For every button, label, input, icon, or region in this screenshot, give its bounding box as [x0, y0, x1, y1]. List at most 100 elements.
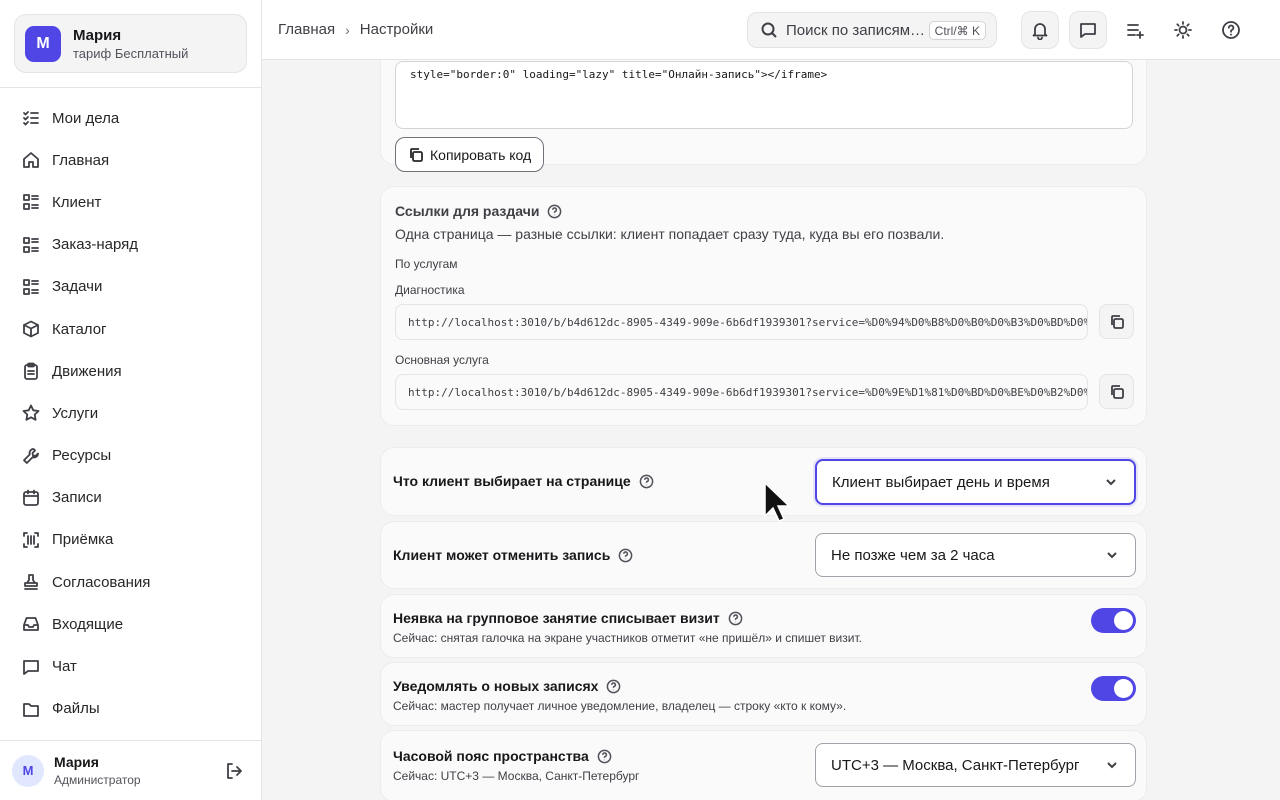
logout-icon[interactable]	[225, 762, 243, 780]
sidebar-nav: Мои дела Главная Клиент Заказ-наряд Зада…	[0, 97, 261, 730]
share-links-title: Ссылки для раздачи	[395, 203, 562, 219]
avatar: М	[12, 754, 44, 787]
list-icon	[22, 236, 40, 254]
help-icon	[1222, 21, 1240, 39]
copy-code-button[interactable]: Копировать код	[395, 137, 545, 172]
chevron-down-icon	[1105, 758, 1119, 772]
sidebar-item-tasks[interactable]: Задачи	[0, 266, 261, 308]
sidebar-item-label: Услуги	[52, 404, 99, 422]
bell-icon	[1032, 23, 1048, 40]
setting-subtitle: Сейчас: снятая галочка на экране участни…	[393, 631, 862, 645]
setting-title-text: Что клиент выбирает на странице	[393, 473, 631, 489]
embed-code-textarea[interactable]: style="border:0" loading="lazy" title="О…	[395, 61, 1133, 129]
copy-code-label: Копировать код	[430, 146, 532, 163]
setting-title-text: Клиент может отменить запись	[393, 547, 611, 563]
sidebar-item-work-order[interactable]: Заказ-наряд	[0, 224, 261, 266]
sidebar-item-files[interactable]: Файлы	[0, 688, 261, 730]
workspace-switcher[interactable]: М Мария тариф Бесплатный	[14, 14, 247, 73]
box-icon	[22, 320, 40, 338]
setting-timezone-row: Часовой пояс пространства Сейчас: UTC+3 …	[380, 730, 1147, 800]
sidebar-item-movements[interactable]: Движения	[0, 350, 261, 392]
theme-toggle-button[interactable]	[1164, 11, 1202, 49]
user-name: Мария	[54, 754, 99, 770]
link-url-field[interactable]: http://localhost:3010/b/b4d612dc-8905-43…	[395, 304, 1088, 340]
clipboard-icon	[22, 362, 40, 381]
embed-code-card: style="border:0" loading="lazy" title="О…	[380, 60, 1147, 172]
sidebar-item-label: Каталог	[52, 320, 107, 338]
notifications-button[interactable]	[1021, 11, 1059, 49]
sidebar-item-catalog[interactable]: Каталог	[0, 308, 261, 350]
sidebar-item-chat[interactable]: Чат	[0, 645, 261, 687]
sidebar-item-my-tasks[interactable]: Мои дела	[0, 97, 261, 139]
add-task-button[interactable]	[1116, 11, 1154, 49]
chevron-down-icon	[1104, 475, 1118, 489]
timezone-select[interactable]: UTC+3 — Москва, Санкт-Петербург	[815, 743, 1136, 787]
sidebar-item-inbox[interactable]: Входящие	[0, 603, 261, 645]
share-links-card: Ссылки для раздачи Одна страница — разны…	[380, 186, 1147, 426]
select-value: UTC+3 — Москва, Санкт-Петербург	[831, 756, 1080, 774]
sidebar-item-services[interactable]: Услуги	[0, 392, 261, 434]
share-links-group: По услугам	[395, 257, 458, 271]
search-placeholder: Поиск по записям…	[786, 21, 926, 39]
sidebar-item-label: Главная	[52, 151, 110, 169]
booking-mode-select[interactable]: Клиент выбирает день и время	[815, 459, 1136, 505]
stamp-icon	[22, 573, 40, 591]
copy-link-button[interactable]	[1099, 304, 1134, 339]
help-button[interactable]	[1212, 11, 1250, 49]
message-icon	[1080, 23, 1096, 38]
messages-button[interactable]	[1069, 11, 1107, 49]
sidebar-item-label: Входящие	[52, 615, 124, 633]
calendar-icon	[22, 489, 40, 507]
share-links-title-text: Ссылки для раздачи	[395, 203, 540, 219]
sidebar-item-intake[interactable]: Приёмка	[0, 519, 261, 561]
folder-icon	[22, 700, 40, 718]
setting-choose-row: Что клиент выбирает на странице Клиент в…	[380, 447, 1147, 516]
home-icon	[22, 151, 40, 169]
sidebar-item-client[interactable]: Клиент	[0, 181, 261, 223]
help-icon[interactable]	[597, 749, 612, 764]
share-links-description: Одна страница — разные ссылки: клиент по…	[395, 226, 945, 242]
link-label: Диагностика	[395, 283, 465, 297]
help-icon[interactable]	[547, 204, 562, 219]
sidebar-divider	[0, 87, 261, 88]
breadcrumb: Главная › Настройки	[278, 21, 433, 38]
help-icon[interactable]	[639, 474, 654, 489]
sidebar-item-label: Клиент	[52, 193, 102, 211]
setting-notify-row: Уведомлять о новых записях Сейчас: масте…	[380, 662, 1147, 726]
setting-title: Что клиент выбирает на странице	[393, 473, 654, 489]
sidebar: М Мария тариф Бесплатный Мои дела Главна…	[0, 0, 262, 800]
workspace-name: Мария	[73, 26, 122, 44]
embed-code-text: style="border:0" loading="lazy" title="О…	[410, 68, 828, 81]
sidebar-item-home[interactable]: Главная	[0, 139, 261, 181]
scan-icon	[22, 531, 40, 549]
sidebar-item-label: Чат	[52, 658, 77, 676]
settings-content: style="border:0" loading="lazy" title="О…	[262, 60, 1280, 800]
link-url-field[interactable]: http://localhost:3010/b/b4d612dc-8905-43…	[395, 374, 1088, 410]
top-bar: Главная › Настройки Поиск по записям… Ct…	[262, 0, 1280, 60]
search-input[interactable]: Поиск по записям… Ctrl/⌘ K	[747, 12, 997, 48]
notify-toggle[interactable]	[1091, 676, 1136, 701]
toggle-knob	[1114, 611, 1133, 630]
sidebar-item-resources[interactable]: Ресурсы	[0, 435, 261, 477]
star-icon	[22, 404, 40, 422]
noshow-toggle[interactable]	[1091, 608, 1136, 633]
copy-icon	[1110, 384, 1124, 399]
inbox-icon	[22, 615, 40, 633]
breadcrumb-home[interactable]: Главная	[278, 21, 335, 38]
sidebar-item-bookings[interactable]: Записи	[0, 477, 261, 519]
setting-subtitle: Сейчас: мастер получает личное уведомлен…	[393, 699, 847, 713]
help-icon[interactable]	[606, 679, 621, 694]
sidebar-item-approvals[interactable]: Согласования	[0, 561, 261, 603]
sidebar-item-label: Мои дела	[52, 109, 120, 127]
sidebar-item-label: Записи	[52, 489, 102, 507]
sidebar-item-label: Задачи	[52, 278, 103, 296]
copy-link-button[interactable]	[1099, 374, 1134, 409]
select-value: Клиент выбирает день и время	[832, 473, 1050, 491]
setting-subtitle: Сейчас: UTC+3 — Москва, Санкт-Петербург	[393, 769, 640, 783]
cancel-policy-select[interactable]: Не позже чем за 2 часа	[815, 533, 1136, 577]
sidebar-item-label: Ресурсы	[52, 447, 112, 465]
help-icon[interactable]	[618, 548, 633, 563]
copy-icon	[410, 147, 423, 162]
help-icon[interactable]	[728, 611, 743, 626]
breadcrumb-current: Настройки	[359, 21, 434, 38]
